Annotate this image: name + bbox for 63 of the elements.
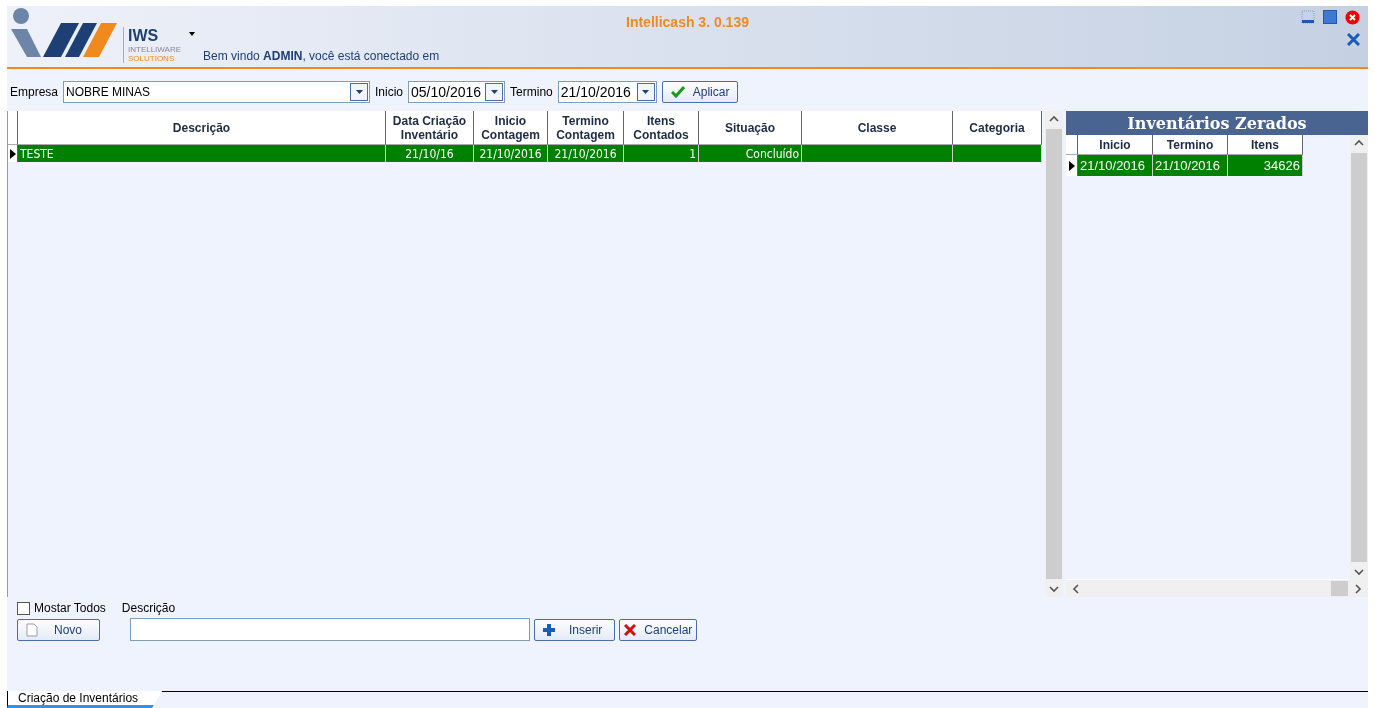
apply-button[interactable]: Aplicar — [661, 81, 739, 103]
minimize-icon[interactable] — [1301, 10, 1315, 24]
chevron-down-icon[interactable] — [1354, 568, 1364, 576]
column-header[interactable]: Inicio — [1078, 135, 1153, 155]
checkbox[interactable] — [17, 601, 30, 615]
tab[interactable]: Criação de Inventários — [7, 691, 163, 708]
logo-name: IWS — [128, 27, 160, 45]
x-icon — [624, 623, 637, 636]
table-cell: 21/10/2016 — [548, 145, 624, 162]
insert-button[interactable]: Inserir — [534, 618, 616, 641]
column-header[interactable]: Itens Contados — [624, 111, 699, 145]
scroll-thumb[interactable] — [1331, 581, 1348, 596]
close-icon[interactable] — [1347, 33, 1360, 46]
chevron-right-icon[interactable] — [1354, 583, 1362, 594]
chevron-left-icon[interactable] — [1072, 583, 1080, 594]
chevron-down-icon[interactable] — [1049, 585, 1059, 593]
logo-subtitle: INTELLIWARE — [128, 45, 182, 54]
column-header[interactable]: Descrição — [18, 111, 386, 145]
date-picker[interactable]: 21/10/2016 — [557, 81, 657, 103]
new-button[interactable]: Novo — [17, 618, 100, 641]
document-icon — [26, 622, 38, 637]
chevron-up-icon[interactable] — [1354, 139, 1364, 147]
column-header[interactable]: Termino — [1153, 135, 1228, 155]
column-header[interactable]: Classe — [802, 111, 953, 145]
window-title: Intellicash 3. 0.139 — [626, 14, 749, 30]
table-cell: Concluído — [699, 145, 802, 162]
chevron-up-icon[interactable] — [1049, 115, 1059, 123]
column-header[interactable]: Itens — [1228, 135, 1303, 155]
row-pointer-icon — [9, 148, 16, 159]
table-cell: 21/10/2016 — [474, 145, 548, 162]
field-label: Inicio — [375, 85, 404, 99]
welcome-message: Bem vindo ADMIN, você está conectado em — [203, 49, 440, 63]
table-cell: 21/10/2016 — [1078, 155, 1153, 176]
table-cell: TESTE — [18, 145, 386, 162]
column-header[interactable]: Categoria — [953, 111, 1042, 145]
scroll-thumb[interactable] — [1351, 153, 1367, 562]
caret-icon — [490, 90, 498, 94]
table-cell: 34626 — [1228, 155, 1303, 176]
column-header[interactable]: Inicio Contagem — [474, 111, 548, 145]
table-cell: 21/10/2016 — [1153, 155, 1228, 176]
panel-title: Inventários Zerados — [1066, 111, 1368, 135]
caret-icon[interactable] — [189, 32, 196, 36]
cancel-button[interactable]: Cancelar — [619, 618, 698, 641]
caret-icon — [355, 90, 363, 94]
date-picker[interactable]: 05/10/2016 — [408, 81, 506, 103]
field-label: Empresa — [10, 85, 59, 99]
checkmark-icon — [670, 86, 685, 98]
description-input[interactable] — [130, 618, 530, 641]
column-header[interactable]: Termino Contagem — [548, 111, 624, 145]
field-label: Descrição — [121, 601, 176, 615]
column-header[interactable]: Data Criação Inventário — [386, 111, 474, 145]
checkbox-label[interactable]: Mostar Todos — [34, 601, 106, 615]
field-label: Termino — [510, 85, 553, 99]
column-header[interactable]: Situação — [699, 111, 802, 145]
row-pointer-icon — [1068, 160, 1075, 171]
logo-subtitle: SOLUTIONS — [128, 54, 176, 63]
table-cell: 21/10/16 — [386, 145, 474, 162]
table-cell: 1 — [624, 145, 699, 162]
caret-icon — [642, 90, 650, 94]
close-icon[interactable] — [1345, 10, 1360, 25]
company-dropdown[interactable]: NOBRE MINAS — [63, 81, 371, 103]
plus-icon — [543, 623, 555, 636]
scroll-thumb[interactable] — [1046, 129, 1062, 579]
